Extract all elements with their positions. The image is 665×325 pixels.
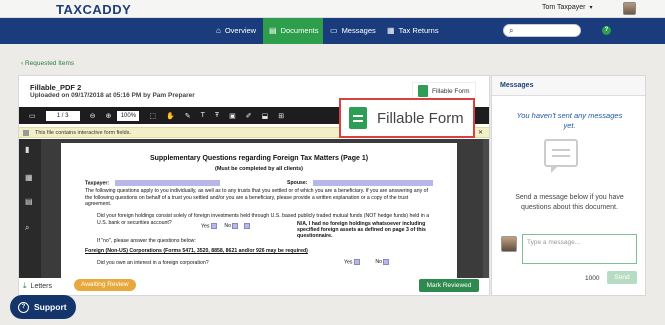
bookmark-icon[interactable]: ▮ xyxy=(25,145,29,154)
fillable-form-callout-label: Fillable Form xyxy=(377,109,464,127)
text-icon[interactable]: T xyxy=(201,112,205,119)
back-link[interactable]: ‹ Requested Items xyxy=(21,60,74,67)
user-menu[interactable]: Tom Taxpayer ▾ xyxy=(542,4,592,11)
no-label: No xyxy=(224,223,232,230)
stamp-icon[interactable]: ⬓ xyxy=(262,112,269,120)
question-2: Did you own an interest in a foreign cor… xyxy=(97,260,209,266)
q1-yes-checkbox[interactable] xyxy=(210,223,217,229)
yes-label: Yes xyxy=(201,223,210,230)
mark-reviewed-button[interactable]: Mark Reviewed xyxy=(419,279,479,292)
taxpayer-row: Taxpayer: Spouse: xyxy=(85,180,433,186)
comments-icon[interactable]: ▤ xyxy=(25,197,33,206)
send-button[interactable]: Send xyxy=(607,271,637,284)
page-indicator[interactable]: 1 / 3 xyxy=(45,110,80,121)
spouse-label: Spouse: xyxy=(287,180,308,187)
viewer-scrollbar[interactable] xyxy=(483,139,489,278)
zoom-select[interactable]: 100% xyxy=(117,110,140,121)
letters-label: Letters xyxy=(30,282,52,290)
if-no-instruction: If "no", please answer the questions bel… xyxy=(97,238,196,244)
taxcaddy-logo[interactable]: TAXCADDY xyxy=(56,2,131,17)
q2-no-checkbox[interactable] xyxy=(383,259,390,265)
q1-no-checkbox[interactable] xyxy=(232,223,239,229)
notice-text: This file contains interactive form fiel… xyxy=(35,130,131,136)
search-input[interactable]: ⌕ xyxy=(503,24,581,37)
q2-yes-checkbox[interactable] xyxy=(353,259,360,265)
form-icon xyxy=(349,107,367,129)
nav-tax-returns-label: Tax Returns xyxy=(398,26,439,35)
thumbnails-icon[interactable]: ▦ xyxy=(25,173,33,182)
shape-icon[interactable]: ▣ xyxy=(229,112,236,120)
message-icon: ▭ xyxy=(330,26,338,35)
info-icon xyxy=(23,130,29,136)
annotate-icon[interactable]: ✎ xyxy=(185,112,191,120)
nav-overview[interactable]: ⌂ Overview xyxy=(210,18,262,44)
document-title: Fillable_PDF 2 xyxy=(30,83,82,92)
nav-overview-label: Overview xyxy=(224,26,257,35)
fillable-form-label: Fillable Form xyxy=(432,87,470,95)
taxpayer-label: Taxpayer: xyxy=(85,180,110,187)
messages-panel: Messages You haven't sent any messages y… xyxy=(491,75,646,296)
taxpayer-field[interactable] xyxy=(114,180,220,186)
pdf-page: Supplementary Questions regarding Foreig… xyxy=(61,143,457,278)
home-icon: ⌂ xyxy=(216,26,221,35)
document-icon: ▤ xyxy=(269,26,277,35)
close-icon[interactable]: ✕ xyxy=(478,128,483,138)
form-intro: The following questions apply to you ind… xyxy=(85,188,428,207)
help-icon[interactable]: ? xyxy=(602,26,611,35)
viewer-side-tools: ▮ ▦ ▤ ⌕ xyxy=(19,139,41,278)
support-icon: ? xyxy=(18,301,29,313)
form-title: Supplementary Questions regarding Foreig… xyxy=(149,155,369,162)
spouse-field[interactable] xyxy=(312,180,433,186)
nav-messages-label: Messages xyxy=(341,26,376,35)
pan-icon[interactable]: ✋ xyxy=(166,112,175,120)
fillable-form-callout: Fillable Form xyxy=(339,98,475,138)
search-icon[interactable]: ⌕ xyxy=(25,223,29,233)
question-2-answers: Yes No xyxy=(344,259,390,266)
messages-header: Messages xyxy=(492,76,645,96)
chat-bubble-icon xyxy=(544,139,578,173)
upload-info: Uploaded on 09/17/2018 at 05:16 PM by Pa… xyxy=(30,92,195,99)
letters-link[interactable]: ⤓ Letters xyxy=(23,281,52,291)
form-subtitle: (Must be completed by all clients) xyxy=(214,166,304,172)
character-count: 1000 xyxy=(585,275,600,282)
document-footer: ⤓ Letters Awaiting Review Mark Reviewed xyxy=(18,276,490,296)
zoom-out-icon[interactable]: ⊖ xyxy=(90,112,96,120)
no-label: No xyxy=(375,259,383,266)
pdf-viewer[interactable]: Supplementary Questions regarding Foreig… xyxy=(41,139,489,278)
user-name: Tom Taxpayer xyxy=(542,4,586,11)
zoom-in-icon[interactable]: ⊕ xyxy=(106,112,112,120)
chevron-down-icon: ▾ xyxy=(589,5,593,11)
nav-tax-returns[interactable]: ▦ Tax Returns xyxy=(381,18,445,44)
section-heading: Foreign (Non-US) Corporations (Forms 547… xyxy=(85,248,308,254)
yes-label: Yes xyxy=(344,259,353,266)
select-icon[interactable]: ⬚ xyxy=(149,112,156,120)
status-badge: Awaiting Review xyxy=(74,279,136,291)
nav-documents-label: Documents xyxy=(280,26,319,35)
nav-messages[interactable]: ▭ Messages xyxy=(324,18,382,44)
messages-empty-state: You haven't sent any messages yet. xyxy=(516,111,623,130)
sidebar-toggle-icon[interactable]: ▭ xyxy=(29,112,36,120)
top-bar: TAXCADDY Tom Taxpayer ▾ xyxy=(0,0,665,18)
back-link-label: Requested Items xyxy=(24,60,75,67)
na-option: N/A, I had no foreign holdings whatsoeve… xyxy=(297,221,426,239)
tax-return-icon: ▦ xyxy=(387,26,395,35)
draw-icon[interactable]: ✐ xyxy=(246,112,252,120)
download-icon: ⤓ xyxy=(23,281,27,290)
question-1-answers: Yes No xyxy=(201,223,250,229)
support-label: Support xyxy=(34,302,67,312)
nav-documents[interactable]: ▤ Documents xyxy=(263,18,323,44)
search-icon: ⌕ xyxy=(509,26,514,35)
insert-icon[interactable]: ⊞ xyxy=(278,112,284,120)
message-input[interactable]: Type a message... xyxy=(522,234,637,264)
avatar xyxy=(501,236,517,252)
text-format-icon[interactable]: Ŧ xyxy=(215,112,219,119)
support-button[interactable]: ? Support xyxy=(10,295,76,319)
messages-help-text: Send a message below if you have questio… xyxy=(515,194,624,211)
avatar[interactable] xyxy=(623,2,636,15)
q1-na-checkbox[interactable] xyxy=(243,223,250,229)
form-icon xyxy=(418,85,428,97)
